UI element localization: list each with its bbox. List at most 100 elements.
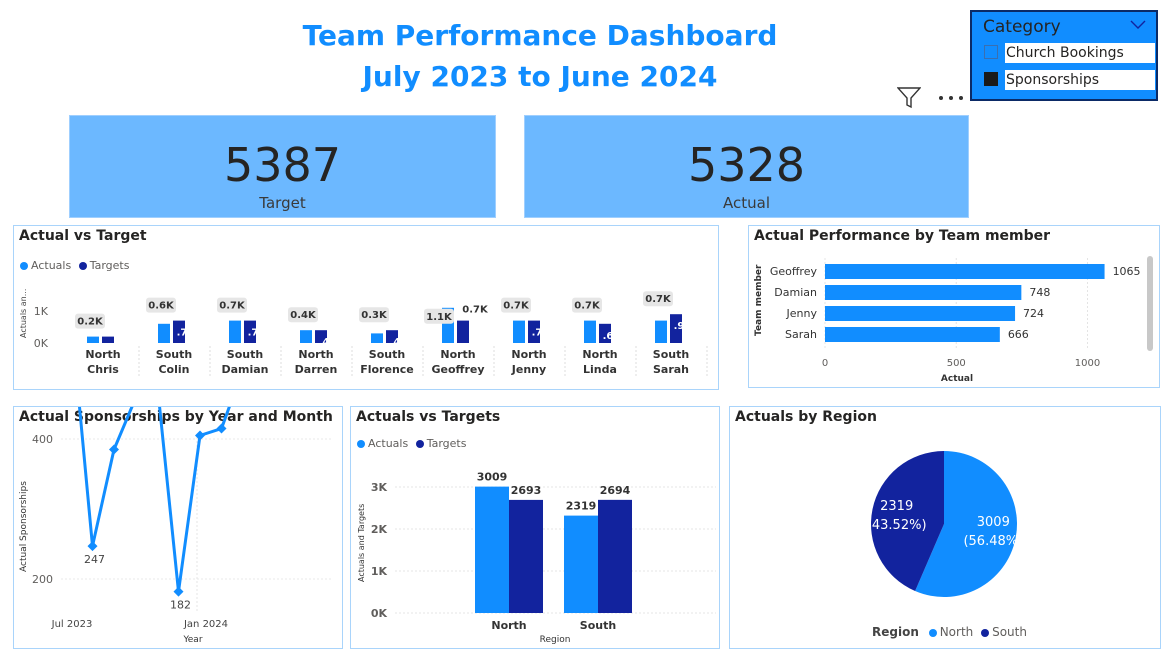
checkbox-church-bookings[interactable]: [984, 45, 998, 59]
x-tick-label: Jul 2023: [51, 619, 93, 630]
actual-data-label: 0.7K: [574, 301, 601, 312]
actual-bar: [584, 320, 596, 343]
slice-value-label: 2319: [880, 499, 913, 514]
actual-bar: [229, 320, 241, 343]
series-line: [78, 407, 231, 592]
x-member-label: Geoffrey: [431, 363, 484, 376]
target-data-label: 0.7K: [462, 305, 489, 316]
category-slicer: Category Church Bookings Sponsorships: [970, 10, 1158, 101]
x-axis-title: Year: [182, 635, 202, 645]
actual-vs-target-panel: Actual vs Target Actuals Targets Actuals…: [13, 225, 719, 390]
x-member-label: Darren: [295, 363, 338, 376]
target-card: 5387 Target: [69, 115, 496, 218]
y-tick-label: 1K: [34, 305, 49, 318]
x-tick-label: North: [491, 619, 526, 632]
actual-data-label: 0.7K: [219, 301, 246, 312]
y-axis-title: Actuals and Targets: [357, 504, 366, 582]
x-member-label: Damian: [221, 363, 268, 376]
category-label: Jenny: [786, 307, 818, 320]
region-bars-chart: Actuals and Targets 3K 2K 1K 0K 30092693 North…: [357, 471, 716, 645]
x-axis-title: Region: [540, 635, 571, 645]
actual-bar: [87, 336, 99, 343]
actual-bar: [655, 320, 667, 343]
y-tick-label: 1K: [371, 565, 388, 578]
actual-data-label: 0.7K: [645, 294, 672, 305]
slice-value-label: 3009: [977, 515, 1010, 530]
pie-legend: Region North South: [872, 625, 1027, 639]
y-tick-label: 400: [32, 433, 53, 446]
actual-card: 5328 Actual: [524, 115, 969, 218]
data-point-marker: [87, 541, 98, 552]
dashboard-title-line2: July 2023 to June 2024: [362, 60, 718, 93]
x-region-label: South: [156, 348, 192, 361]
target-data-label: 2693: [511, 484, 542, 497]
target-data-label: .7: [177, 328, 188, 339]
target-label: Target: [259, 194, 306, 212]
filter-icon[interactable]: [897, 87, 921, 109]
slicer-title: Category: [983, 17, 1061, 37]
y-axis-title: Actual Sponsorships: [19, 481, 29, 572]
target-data-label: 2694: [600, 484, 631, 497]
category-label: Sarah: [785, 328, 817, 341]
dashboard-title-line1: Team Performance Dashboard: [302, 19, 778, 52]
y-axis-title: Team member: [754, 264, 764, 336]
actual-data-label: 2319: [566, 500, 597, 513]
target-data-label: .7: [248, 328, 259, 339]
actual-value: 5328: [687, 138, 806, 192]
data-label: 182: [170, 599, 191, 612]
category-label: Damian: [774, 286, 817, 299]
sponsorships-line-chart: Actual Sponsorships600400200576247482182…: [19, 407, 332, 645]
y-tick-label: 3K: [371, 481, 388, 494]
target-value: 5387: [223, 138, 342, 192]
bar: [825, 327, 1000, 342]
y-tick-label: 2K: [371, 523, 388, 536]
x-region-label: South: [653, 348, 689, 361]
data-label: 748: [1029, 286, 1050, 299]
target-data-label: .6: [603, 331, 614, 342]
scrollbar: [1147, 256, 1153, 351]
data-label: 1065: [1113, 265, 1141, 278]
target-bar: [457, 320, 469, 343]
y-axis-title: Actuals an...: [19, 289, 28, 338]
bar: [825, 264, 1105, 279]
checkbox-sponsorships[interactable]: [984, 72, 998, 86]
actual-data-label: 0.6K: [148, 301, 175, 312]
slicer-item-sponsorships[interactable]: Sponsorships: [1005, 70, 1155, 90]
legend-south-dot: [981, 628, 990, 637]
y-tick-label: 0K: [371, 607, 388, 620]
actual-data-label: 0.7K: [503, 301, 530, 312]
x-tick-label: South: [580, 619, 616, 632]
y-tick-label: 0K: [34, 337, 49, 350]
actual-data-label: 1.1K: [426, 312, 453, 323]
x-member-label: Florence: [360, 363, 414, 376]
legend-north-dot: [928, 628, 937, 637]
data-label: 666: [1008, 328, 1029, 341]
region-pie-chart: 3009 (56.48%) 2319 (43.52%): [867, 451, 1023, 597]
region-pie-panel: Actuals by Region 3009 (56.48%) 2319 (43.52…: [729, 406, 1161, 649]
x-tick-label: 0: [822, 358, 828, 369]
actual-bar: [564, 515, 598, 613]
target-bar: [509, 499, 543, 613]
actual-data-label: 3009: [477, 471, 508, 484]
sponsorships-line-panel: Actual Sponsorships by Year and Month Ac…: [13, 406, 343, 649]
actual-data-label: 0.4K: [290, 310, 317, 321]
slicer-item-church-bookings[interactable]: Church Bookings: [1005, 43, 1155, 63]
data-point-marker: [216, 423, 227, 434]
data-point-marker: [173, 586, 184, 597]
legend-north-label: North: [939, 625, 974, 639]
actual-bar: [300, 330, 312, 343]
performance-by-member-chart: Team member 0 500 1000 Geoffrey 1065 Damian 748…: [754, 256, 1153, 384]
actual-bar: [371, 333, 383, 343]
bar: [825, 306, 1016, 321]
x-region-label: North: [440, 348, 475, 361]
data-point-marker: [109, 444, 119, 455]
more-options-icon[interactable]: [938, 94, 964, 102]
x-region-label: South: [227, 348, 263, 361]
target-data-label: .4: [319, 337, 330, 348]
chevron-down-icon[interactable]: [1130, 20, 1146, 30]
x-region-label: North: [298, 348, 333, 361]
y-tick-label: 200: [32, 573, 53, 586]
data-label: 247: [84, 553, 105, 566]
slice-percent-label: (43.52%): [867, 518, 927, 533]
x-member-label: Sarah: [653, 363, 689, 376]
